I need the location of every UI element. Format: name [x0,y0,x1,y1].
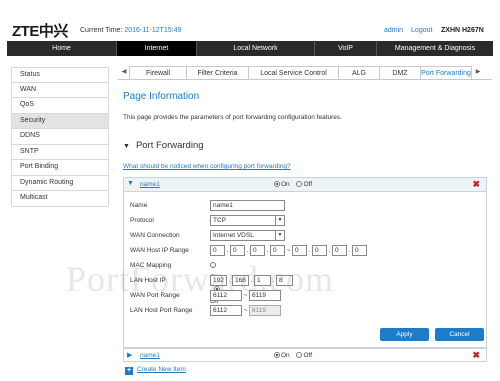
top-nav: Home Internet Local Network VoIP Managem… [7,41,493,56]
rule-enable-toggle: On Off [274,352,317,359]
sidebar-item-wan[interactable]: WAN [11,82,109,98]
delete-icon[interactable]: ✖ [472,350,480,361]
nav-home[interactable]: Home [7,41,117,56]
wan-port-label: WAN Port Range [130,292,180,299]
section-title[interactable]: ▼ Port Forwarding [123,140,204,151]
lan-port-start-input[interactable]: 6112 [210,305,242,316]
wan-ip-end-octet[interactable]: 0 [352,245,367,256]
cancel-button[interactable]: Cancel [435,328,484,341]
device-model: ZXHN H267N [441,27,484,34]
notice-link[interactable]: What should be noticed when configuring … [123,163,291,170]
sidebar-item-qos[interactable]: QoS [11,98,109,114]
tab-dmz[interactable]: DMZ [379,66,421,79]
name-label: Name [130,202,148,209]
sidebar-item-status[interactable]: Status [11,67,109,83]
tab-port-forwarding[interactable]: Port Forwarding [420,66,472,79]
nav-local-network[interactable]: Local Network [197,41,315,56]
sidebar-item-multicast[interactable]: Multicast [11,191,109,207]
user-link[interactable]: admin [384,27,403,34]
collapse-triangle-icon: ▼ [123,143,130,150]
expand-arrow-icon[interactable]: ▶ [127,351,132,359]
sidebar: Status WAN QoS Security DDNS SNTP Port B… [11,67,109,207]
current-time-value: 2016-11-12T15:49 [124,27,182,34]
wan-ip-start-octet[interactable]: 0 [270,245,285,256]
rule-enable-toggle: On Off [274,181,317,188]
apply-button[interactable]: Apply [380,328,429,341]
rule-off-option[interactable]: Off [296,181,312,188]
sidebar-item-ddns[interactable]: DDNS [11,129,109,145]
sub-tabs: ◀ Firewall Filter Criteria Local Service… [118,66,492,80]
rule-on-option[interactable]: On [274,352,290,359]
wan-connection-select[interactable]: Internet VDSL ▼ [210,230,285,241]
lan-port-end-input: 6119 [249,305,281,316]
protocol-label: Protocol [130,217,154,224]
tab-alg[interactable]: ALG [338,66,380,79]
sidebar-item-port-binding[interactable]: Port Binding [11,160,109,176]
tab-filter-criteria[interactable]: Filter Criteria [186,66,249,79]
tabs-right-arrow-icon[interactable]: ▶ [472,66,484,79]
sidebar-item-dynamic-routing[interactable]: Dynamic Routing [11,175,109,191]
page-info-title: Page Information [123,91,200,102]
nav-voip[interactable]: VoIP [315,41,377,56]
lan-port-label: LAN Host Port Range [130,307,193,314]
rule-name-link[interactable]: name1 [140,181,160,188]
nav-internet[interactable]: Internet [117,41,197,56]
rule-panel: ▼ name1 On Off ✖ Name name1 Protocol TCP… [123,177,487,348]
logout-link[interactable]: Logout [411,27,432,34]
chevron-down-icon: ▼ [275,231,284,240]
create-new-item-link[interactable]: + Create New Item [125,366,186,375]
rule-off-option[interactable]: Off [296,352,312,359]
rule-header: ▼ name1 On Off ✖ [124,178,486,192]
tab-local-service-control[interactable]: Local Service Control [248,66,339,79]
delete-icon[interactable]: ✖ [472,179,480,190]
radio-on-icon[interactable] [274,181,280,187]
radio-on-icon[interactable] [210,262,216,268]
current-time-label: Current Time: [80,27,123,34]
sidebar-item-sntp[interactable]: SNTP [11,144,109,160]
rule-row-collapsed: ▶ name1 On Off ✖ [123,348,487,362]
chevron-down-icon: ▼ [275,216,284,225]
current-time: Current Time: 2016-11-12T15:49 [80,27,181,34]
lan-ip-octet[interactable]: 8 [276,275,293,286]
tab-firewall[interactable]: Firewall [129,66,187,79]
rule-name-link[interactable]: name1 [140,352,160,359]
zte-logo: ZTE中兴 [12,23,68,40]
wan-ip-end-octet[interactable]: 0 [312,245,327,256]
wan-port-end-input[interactable]: 6119 [249,290,281,301]
wan-ip-start-octet[interactable]: 0 [230,245,245,256]
wan-ip-end-octet[interactable]: 0 [332,245,347,256]
lan-ip-octet[interactable]: 192 [210,275,227,286]
wan-ip-start-octet[interactable]: 0 [250,245,265,256]
collapse-arrow-icon[interactable]: ▼ [127,180,134,187]
wan-ip-start-octet[interactable]: 0 [210,245,225,256]
page-info-description: This page provides the parameters of por… [123,114,342,121]
radio-off-icon[interactable] [296,352,303,358]
radio-on-icon[interactable] [274,352,280,358]
lan-host-ip-label: LAN Host IP [130,277,166,284]
wan-connection-label: WAN Connection [130,232,180,239]
name-input[interactable]: name1 [210,200,285,211]
header: ZTE中兴 Current Time: 2016-11-12T15:49 adm… [0,0,500,42]
plus-icon: + [125,367,133,375]
lan-ip-octet[interactable]: 168 [232,275,249,286]
mac-mapping-label: MAC Mapping [130,262,172,269]
user-area: admin Logout [384,27,438,34]
nav-management[interactable]: Management & Diagnosis [377,41,493,56]
radio-off-icon[interactable] [296,181,303,187]
section-title-text: Port Forwarding [135,140,204,151]
sidebar-item-security[interactable]: Security [11,113,109,129]
rule-on-option[interactable]: On [274,181,290,188]
wan-host-ip-label: WAN Host IP Range [130,247,189,254]
lan-ip-octet[interactable]: 1 [254,275,271,286]
protocol-select[interactable]: TCP ▼ [210,215,285,226]
wan-ip-end-octet[interactable]: 0 [292,245,307,256]
wan-port-start-input[interactable]: 6112 [210,290,242,301]
